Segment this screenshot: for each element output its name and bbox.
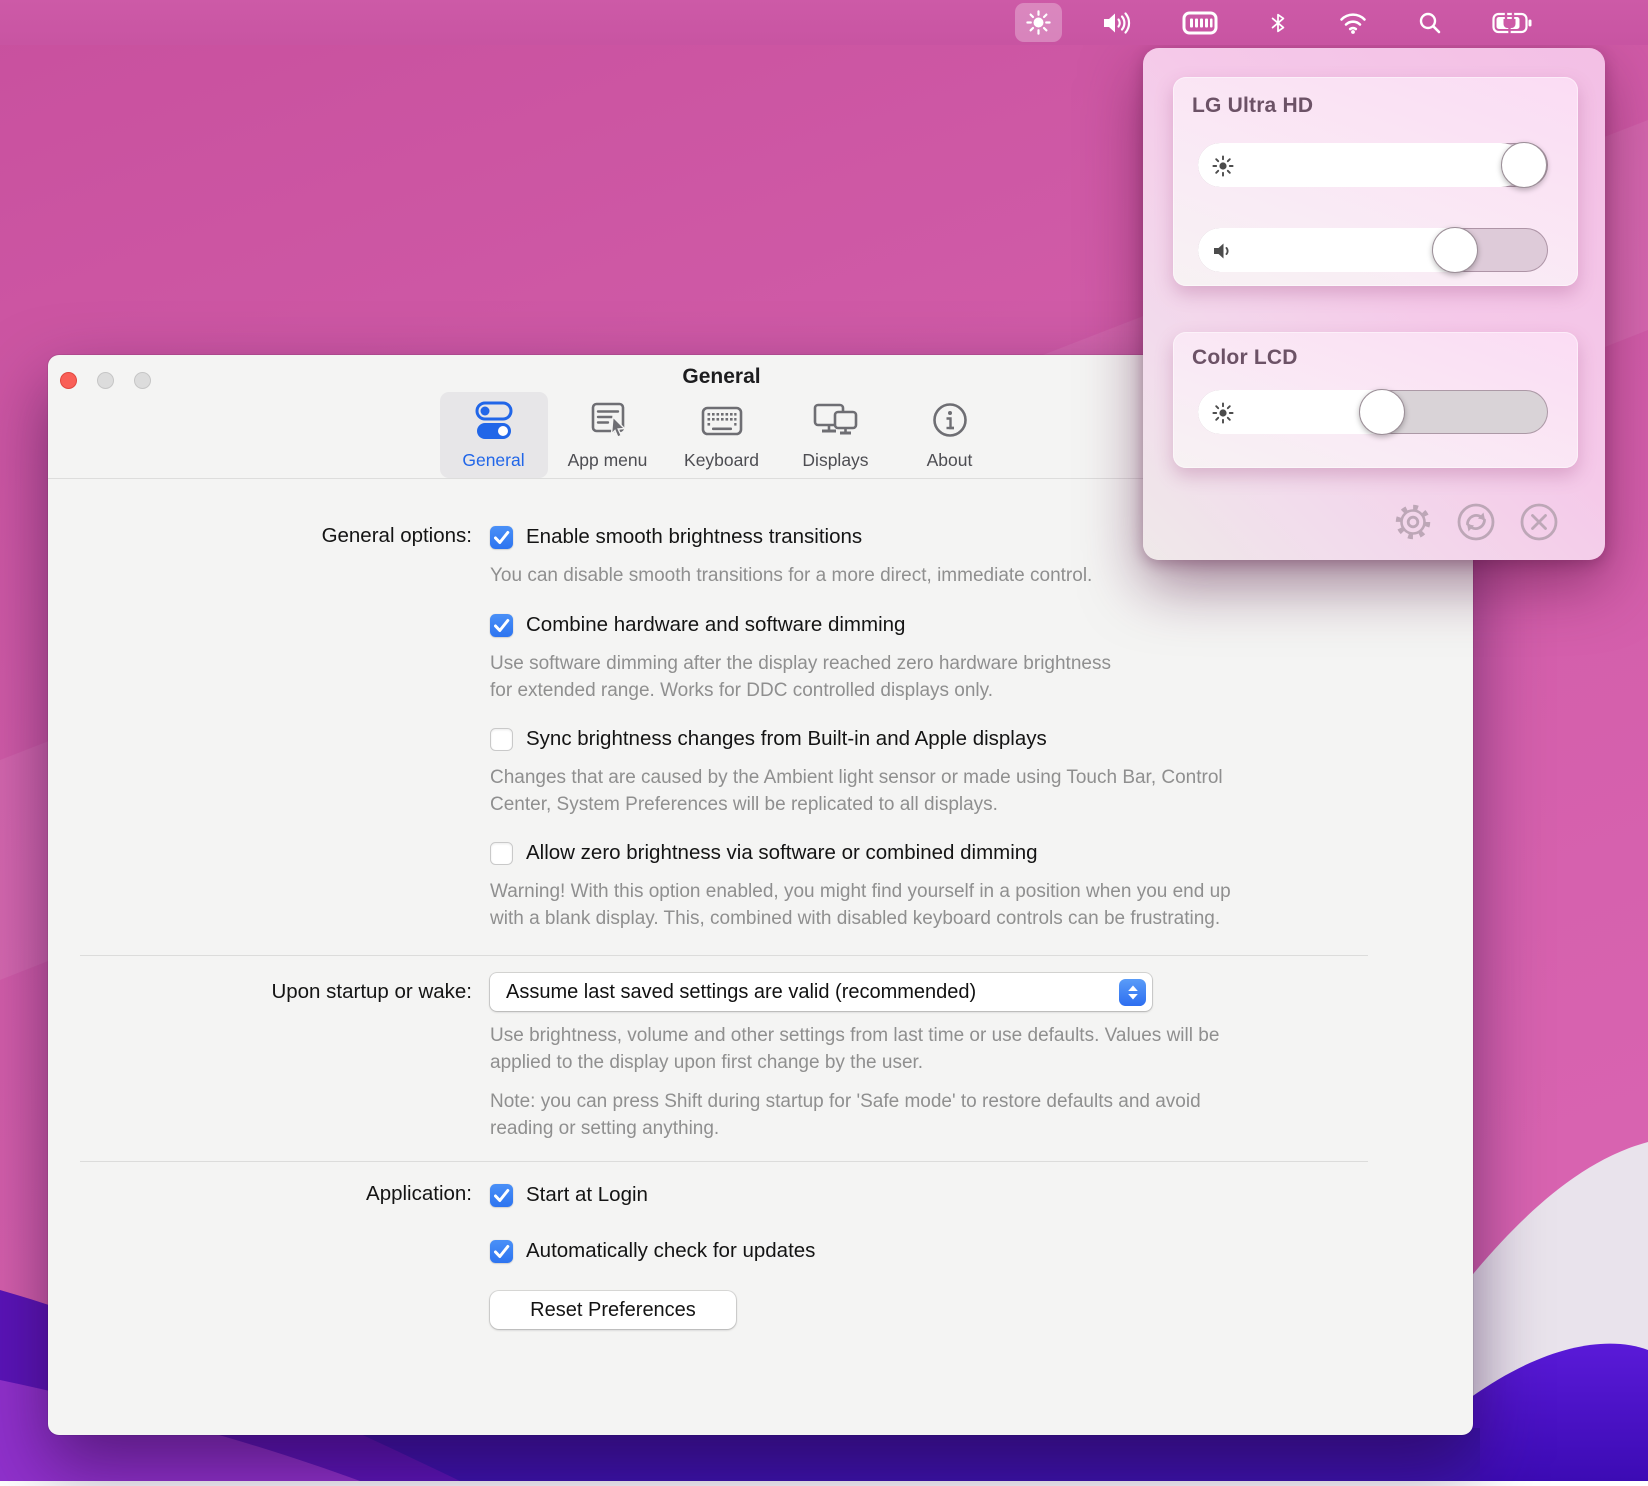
combine-dimming-caption: Use software dimming after the display r…	[490, 651, 1440, 704]
display-card-color-lcd: Color LCD	[1173, 332, 1578, 468]
brightness-sun-icon	[1212, 155, 1234, 177]
slider-fill	[1198, 143, 1523, 187]
wifi-menu-icon[interactable]	[1328, 3, 1378, 42]
tab-keyboard-label: Keyboard	[684, 450, 759, 471]
startup-row: Upon startup or wake: Assume last saved …	[48, 973, 1473, 1011]
lg-volume-slider[interactable]	[1198, 228, 1548, 272]
application-row-auto-update: Automatically check for updates	[48, 1237, 1473, 1265]
tab-general[interactable]: General	[440, 392, 548, 478]
tab-displays-label: Displays	[802, 450, 868, 471]
close-popover-icon[interactable]	[1517, 500, 1561, 544]
application-row-start-login: Application: Start at Login	[48, 1181, 1473, 1209]
zero-brightness-checkbox[interactable]	[490, 842, 513, 865]
option-row-combine-dimming: Combine hardware and software dimming	[48, 611, 1473, 639]
startup-label: Upon startup or wake:	[48, 980, 472, 1004]
start-at-login-label: Start at Login	[526, 1183, 648, 1207]
tab-about[interactable]: About	[896, 392, 1004, 478]
combine-dimming-label: Combine hardware and software dimming	[526, 613, 905, 637]
smooth-transitions-label: Enable smooth brightness transitions	[526, 525, 862, 549]
startup-dropdown-value: Assume last saved settings are valid (re…	[506, 981, 976, 1004]
application-label: Application:	[48, 1182, 472, 1206]
displays-icon	[811, 400, 861, 447]
about-info-icon	[928, 400, 972, 447]
auto-update-label: Automatically check for updates	[526, 1239, 815, 1263]
display-name: Color LCD	[1192, 346, 1298, 370]
tab-app-menu[interactable]: App menu	[554, 392, 662, 478]
reset-preferences-button[interactable]: Reset Preferences	[490, 1291, 736, 1329]
startup-caption-2: Note: you can press Shift during startup…	[490, 1089, 1440, 1142]
section-divider	[80, 1161, 1368, 1162]
keyboard-brightness-menu-icon[interactable]	[1172, 3, 1228, 42]
battery-charging-menu-icon[interactable]	[1482, 3, 1544, 42]
volume-slider-knob[interactable]	[1432, 227, 1478, 273]
smooth-transitions-checkbox[interactable]	[490, 526, 513, 549]
volume-menu-icon[interactable]	[1092, 3, 1142, 42]
general-options-label: General options:	[48, 524, 472, 548]
menu-bar-status-icons	[1015, 0, 1544, 45]
sync-brightness-label: Sync brightness changes from Built-in an…	[526, 727, 1047, 751]
sync-brightness-caption: Changes that are caused by the Ambient l…	[490, 765, 1440, 818]
brightness-slider-knob[interactable]	[1359, 389, 1405, 435]
display-card-lg-ultra-hd: LG Ultra HD	[1173, 77, 1578, 286]
zero-brightness-caption: Warning! With this option enabled, you m…	[490, 879, 1440, 932]
tab-keyboard[interactable]: Keyboard	[668, 392, 776, 478]
brightness-menu-icon[interactable]	[1015, 3, 1062, 42]
startup-dropdown[interactable]: Assume last saved settings are valid (re…	[490, 973, 1152, 1011]
brightness-sun-icon	[1212, 402, 1234, 424]
volume-speaker-icon	[1212, 240, 1234, 262]
zero-brightness-label: Allow zero brightness via software or co…	[526, 841, 1038, 865]
tab-displays[interactable]: Displays	[782, 392, 890, 478]
auto-update-checkbox[interactable]	[490, 1240, 513, 1263]
sync-brightness-checkbox[interactable]	[490, 728, 513, 751]
start-at-login-checkbox[interactable]	[490, 1184, 513, 1207]
combine-dimming-checkbox[interactable]	[490, 614, 513, 637]
lg-brightness-slider[interactable]	[1198, 143, 1548, 187]
settings-gear-icon[interactable]	[1391, 500, 1435, 544]
lcd-brightness-slider[interactable]	[1198, 390, 1548, 434]
app-menu-icon	[584, 400, 632, 447]
tab-general-label: General	[462, 450, 524, 471]
monitor-control-popover: LG Ultra HD	[1143, 48, 1605, 560]
general-toggles-icon	[470, 400, 518, 447]
option-row-zero-brightness: Allow zero brightness via software or co…	[48, 839, 1473, 867]
brightness-slider-knob[interactable]	[1501, 142, 1547, 188]
startup-caption-1: Use brightness, volume and other setting…	[490, 1023, 1440, 1076]
option-row-sync-brightness: Sync brightness changes from Built-in an…	[48, 725, 1473, 753]
menu-bar	[0, 0, 1648, 45]
dropdown-chevrons-icon	[1119, 979, 1146, 1006]
bluetooth-menu-icon[interactable]	[1258, 3, 1298, 42]
keyboard-icon	[698, 400, 746, 447]
search-menu-icon[interactable]	[1408, 3, 1452, 42]
smooth-transitions-caption: You can disable smooth transitions for a…	[490, 563, 1440, 590]
section-divider	[80, 955, 1368, 956]
refresh-icon[interactable]	[1454, 500, 1498, 544]
tab-about-label: About	[927, 450, 973, 471]
display-name: LG Ultra HD	[1192, 94, 1313, 118]
popover-footer	[1391, 500, 1580, 544]
tab-app-menu-label: App menu	[568, 450, 648, 471]
slider-fill	[1198, 228, 1454, 272]
